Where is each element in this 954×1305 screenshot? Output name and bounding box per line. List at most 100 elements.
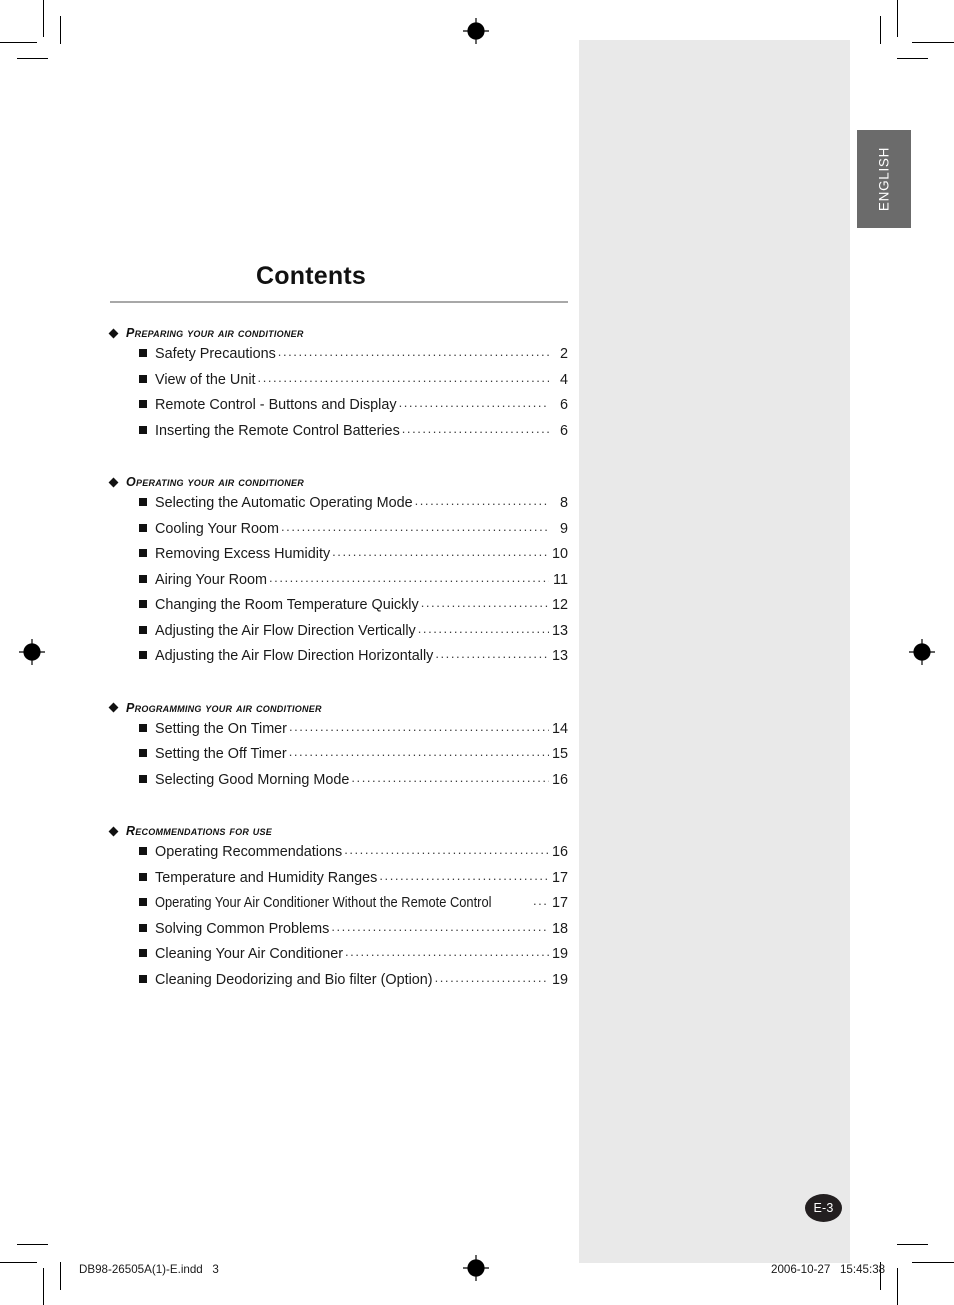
square-bullet-icon bbox=[139, 749, 147, 757]
square-bullet-icon bbox=[139, 651, 147, 659]
toc-entry-label: Cooling Your Room bbox=[155, 520, 279, 537]
crop-mark-top-left-vertical bbox=[43, 0, 44, 37]
dot-leader: ........................................… bbox=[434, 970, 549, 984]
toc-section-heading-label: Programming your air conditioner bbox=[126, 700, 322, 715]
square-bullet-icon bbox=[139, 898, 147, 906]
toc-entry[interactable]: Cleaning Deodorizing and Bio filter (Opt… bbox=[110, 970, 568, 998]
language-tab: ENGLISH bbox=[857, 130, 911, 228]
toc-entry[interactable]: Cleaning Your Air Conditioner...........… bbox=[110, 945, 568, 972]
toc-entry[interactable]: Operating Your Air Conditioner Without t… bbox=[110, 894, 568, 921]
crop-mark-top-left-horizontal bbox=[0, 42, 37, 43]
toc-entry-page-number: 4 bbox=[559, 371, 568, 388]
square-bullet-icon bbox=[139, 600, 147, 608]
toc-entry[interactable]: Solving Common Problems.................… bbox=[110, 919, 568, 947]
toc-entry[interactable]: Airing Your Room........................… bbox=[110, 570, 568, 598]
toc-entry[interactable]: Cooling Your Room.......................… bbox=[110, 519, 568, 547]
toc-entry-label: Cleaning Your Air Conditioner bbox=[155, 946, 344, 962]
crop-mark-bottom-left-inner-horizontal bbox=[17, 1244, 48, 1245]
toc-entry-page-number: 11 bbox=[553, 571, 568, 588]
toc-entry[interactable]: Selecting the Automatic Operating Mode..… bbox=[110, 494, 568, 521]
square-bullet-icon bbox=[139, 872, 147, 881]
toc-entry-label: Temperature and Humidity Ranges bbox=[155, 869, 378, 886]
toc-entry[interactable]: Setting the Off Timer...................… bbox=[110, 745, 568, 772]
toc-entry[interactable]: Selecting Good Morning Mode.............… bbox=[110, 770, 568, 798]
toc-entry[interactable]: Inserting the Remote Control Batteries..… bbox=[110, 421, 568, 449]
square-bullet-icon bbox=[139, 425, 147, 434]
dot-leader: ........................................… bbox=[417, 621, 549, 635]
crop-mark-bottom-left-horizontal bbox=[0, 1262, 37, 1263]
toc-entry-label: Solving Common Problems bbox=[155, 920, 330, 937]
toc-entry[interactable]: Removing Excess Humidity................… bbox=[110, 545, 568, 572]
toc-section: Recommendations for use Operating Recomme… bbox=[108, 824, 568, 998]
dot-leader: ........................................… bbox=[344, 843, 549, 856]
toc-section-heading: Programming your air conditioner bbox=[108, 700, 568, 715]
square-bullet-icon bbox=[139, 549, 147, 557]
crop-mark-bottom-right-inner-horizontal bbox=[897, 1244, 928, 1245]
toc-entry[interactable]: Adjusting the Air Flow Direction Vertica… bbox=[110, 621, 568, 649]
diamond-bullet-icon bbox=[108, 826, 119, 836]
toc-entry-page-number: 16 bbox=[551, 844, 568, 860]
dot-leader: ........................................… bbox=[414, 494, 549, 507]
toc-entry[interactable]: Safety Precautions......................… bbox=[110, 345, 568, 372]
toc-entry-label: Selecting the Automatic Operating Mode bbox=[155, 495, 413, 511]
toc-entry-page-number: 9 bbox=[559, 520, 568, 537]
page-number-badge: E-3 bbox=[805, 1194, 842, 1222]
dot-leader: ........................................… bbox=[331, 919, 549, 933]
diamond-bullet-icon bbox=[108, 477, 119, 487]
toc-entry-page-number: 6 bbox=[559, 397, 568, 413]
toc-entry-page-number: 17 bbox=[551, 895, 568, 911]
toc-section-heading-label: Preparing your air conditioner bbox=[126, 326, 304, 340]
table-of-contents: Contents Preparing your air conditioner S… bbox=[108, 262, 568, 998]
toc-entry-label: Adjusting the Air Flow Direction Horizon… bbox=[155, 648, 434, 664]
toc-entry-page-number: 13 bbox=[551, 622, 568, 639]
dot-leader: ........................................… bbox=[332, 545, 549, 558]
dot-leader: ........................................… bbox=[401, 421, 549, 435]
toc-entry-page-number: 18 bbox=[551, 920, 568, 937]
toc-entry[interactable]: Remote Control - Buttons and Display....… bbox=[110, 396, 568, 423]
toc-section-heading: Operating your air conditioner bbox=[108, 475, 568, 489]
diamond-bullet-icon bbox=[108, 328, 119, 338]
toc-entry[interactable]: Setting the On Timer....................… bbox=[110, 719, 568, 747]
toc-entry-page-number: 16 bbox=[551, 771, 568, 788]
toc-section-list: Preparing your air conditioner Safety Pre… bbox=[108, 326, 568, 998]
square-bullet-icon bbox=[139, 923, 147, 932]
registration-target-left bbox=[19, 639, 45, 665]
footer-file-name: DB98-26505A(1)-E.indd 3 bbox=[79, 1263, 219, 1276]
dot-leader: ........................................… bbox=[281, 519, 549, 533]
square-bullet-icon bbox=[139, 349, 147, 357]
toc-entry-label: Setting the On Timer bbox=[155, 720, 287, 737]
square-bullet-icon bbox=[139, 400, 147, 408]
toc-entry[interactable]: Changing the Room Temperature Quickly...… bbox=[110, 596, 568, 623]
dot-leader: ........................................… bbox=[288, 719, 549, 733]
dot-leader: ........................................… bbox=[379, 868, 549, 882]
toc-entry[interactable]: Adjusting the Air Flow Direction Horizon… bbox=[110, 647, 568, 674]
footer-timestamp: 2006-10-27 15:45:38 bbox=[771, 1263, 886, 1276]
diamond-bullet-icon bbox=[108, 702, 119, 713]
square-bullet-icon bbox=[139, 847, 147, 855]
toc-entry[interactable]: Operating Recommendations...............… bbox=[110, 843, 568, 870]
toc-entry[interactable]: View of the Unit........................… bbox=[110, 371, 568, 398]
toc-section: Preparing your air conditioner Safety Pre… bbox=[108, 326, 568, 449]
square-bullet-icon bbox=[139, 949, 147, 957]
language-tab-label: ENGLISH bbox=[876, 146, 892, 212]
dot-leader: ........................................… bbox=[398, 396, 549, 409]
toc-section: Programming your air conditioner Setting … bbox=[108, 700, 568, 798]
dot-leader: ........................................… bbox=[269, 570, 549, 584]
production-gray-panel bbox=[579, 40, 850, 1263]
toc-entry[interactable]: Temperature and Humidity Ranges.........… bbox=[110, 868, 568, 896]
registration-target-bottom bbox=[463, 1255, 489, 1281]
crop-mark-top-right-vertical bbox=[897, 0, 898, 37]
toc-section-heading: Recommendations for use bbox=[108, 824, 568, 838]
crop-mark-bottom-left-inner-vertical bbox=[60, 1262, 61, 1290]
crop-mark-bottom-right-vertical bbox=[897, 1268, 898, 1305]
square-bullet-icon bbox=[139, 574, 147, 583]
dot-leader: ........................................… bbox=[420, 596, 549, 609]
toc-entry-page-number: 13 bbox=[551, 648, 568, 664]
toc-entry-label: Operating Your Air Conditioner Without t… bbox=[155, 895, 492, 911]
toc-entry-page-number: 12 bbox=[551, 597, 568, 613]
square-bullet-icon bbox=[139, 625, 147, 634]
title-divider bbox=[110, 301, 568, 303]
toc-entry-label: Adjusting the Air Flow Direction Vertica… bbox=[155, 622, 416, 639]
dot-leader: ........................................… bbox=[351, 770, 549, 784]
square-bullet-icon bbox=[139, 523, 147, 532]
